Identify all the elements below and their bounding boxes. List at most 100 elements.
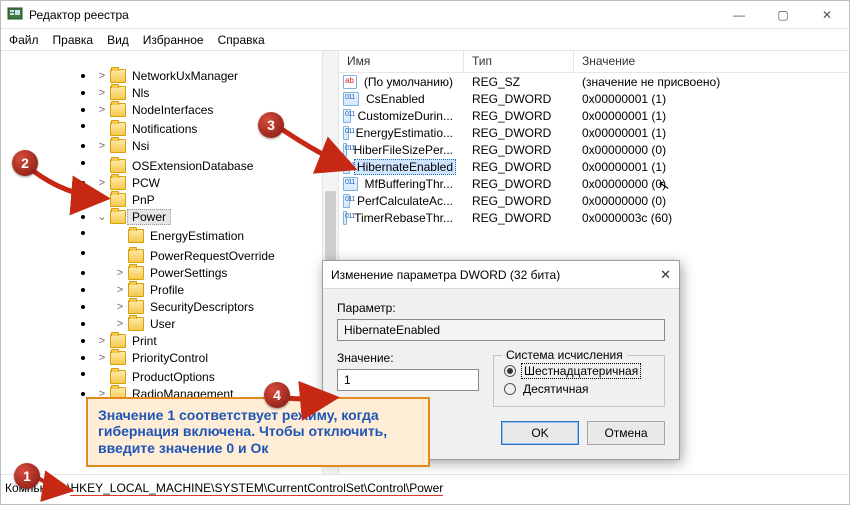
annotation-callout: Значение 1 соответствует режиму, когда г… xyxy=(86,397,430,467)
folder-icon xyxy=(128,283,144,297)
ok-button[interactable]: OK xyxy=(501,421,579,445)
chevron-right-icon[interactable]: > xyxy=(95,350,109,366)
value-type: REG_DWORD xyxy=(464,177,574,191)
chevron-right-icon[interactable]: > xyxy=(95,175,109,191)
value-row[interactable]: HiberFileSizePer...REG_DWORD0x00000000 (… xyxy=(339,141,849,158)
tree-item[interactable]: >PnP xyxy=(95,191,334,208)
folder-icon xyxy=(110,334,126,348)
chevron-right-icon[interactable]: > xyxy=(95,85,109,101)
dialog-title: Изменение параметра DWORD (32 бита) xyxy=(331,268,560,282)
tree-item-label: NetworkUxManager xyxy=(127,68,243,84)
folder-icon xyxy=(110,159,126,173)
value-type: REG_DWORD xyxy=(464,92,574,106)
dialog-close-button[interactable]: ✕ xyxy=(660,267,671,283)
badge-1: 1 xyxy=(14,463,40,489)
tree-item[interactable]: > PriorityControl xyxy=(95,349,334,366)
value-row[interactable]: HibernateEnabledREG_DWORD0x00000001 (1) xyxy=(339,158,849,175)
chevron-right-icon[interactable]: > xyxy=(113,316,127,332)
cancel-button[interactable]: Отмена xyxy=(587,421,665,445)
status-path: HKEY_LOCAL_MACHINE\SYSTEM\CurrentControl… xyxy=(70,481,443,496)
menu-favorites[interactable]: Избранное xyxy=(143,33,204,47)
tree-item-label: NodeInterfaces xyxy=(127,102,218,118)
reg-dword-icon xyxy=(343,177,358,191)
tree-item[interactable]: > Nls xyxy=(95,84,334,101)
tree-item[interactable]: > PowerSettings xyxy=(113,264,334,281)
tree-item[interactable]: PowerRequestOverride xyxy=(113,247,334,264)
value-type: REG_DWORD xyxy=(464,126,574,140)
value-input[interactable] xyxy=(337,369,479,391)
tree-item[interactable]: ProductOptions xyxy=(95,369,334,386)
menu-view[interactable]: Вид xyxy=(107,33,129,47)
chevron-right-icon[interactable]: > xyxy=(95,102,109,118)
value-type: REG_DWORD xyxy=(464,160,574,174)
value-row[interactable]: (По умолчанию)REG_SZ(значение не присвое… xyxy=(339,73,849,90)
menu-file[interactable]: Файл xyxy=(9,33,39,47)
radio-dec[interactable]: Десятичная xyxy=(504,380,654,398)
tree-item[interactable]: >Nsi xyxy=(95,138,334,155)
tree-item-label: Nls xyxy=(127,85,154,101)
value-list: (По умолчанию)REG_SZ(значение не присвое… xyxy=(339,73,849,226)
tree-item-label: Notifications xyxy=(127,121,202,137)
tree-item[interactable]: >Print xyxy=(95,332,334,349)
tree-item-label: PowerSettings xyxy=(145,265,232,281)
titlebar: Редактор реестра — ▢ ✕ xyxy=(1,1,849,29)
chevron-right-icon[interactable]: > xyxy=(95,138,109,154)
value-row[interactable]: EnergyEstimatio...REG_DWORD0x00000001 (1… xyxy=(339,124,849,141)
menu-help[interactable]: Справка xyxy=(218,33,265,47)
folder-icon xyxy=(110,139,126,153)
maximize-button[interactable]: ▢ xyxy=(761,1,805,28)
col-type[interactable]: Тип xyxy=(464,51,574,72)
tree-item[interactable]: OSExtensionDatabase xyxy=(95,157,334,174)
minimize-button[interactable]: — xyxy=(717,1,761,28)
tree-item-label: SecurityDescriptors xyxy=(145,299,259,315)
folder-icon xyxy=(110,86,126,100)
tree-item[interactable]: >PCW xyxy=(95,174,334,191)
value-row[interactable]: PerfCalculateAc...REG_DWORD0x00000000 (0… xyxy=(339,192,849,209)
folder-icon xyxy=(110,69,126,83)
tree-item-label: User xyxy=(145,316,180,332)
value-label: Значение: xyxy=(337,351,479,365)
value-row[interactable]: MfBufferingThr...REG_DWORD0x00000000 (0) xyxy=(339,175,849,192)
radio-hex[interactable]: Шестнадцатеричная xyxy=(504,362,654,380)
chevron-right-icon[interactable]: > xyxy=(95,68,109,84)
tree-item[interactable]: > NodeInterfaces xyxy=(95,101,334,118)
tree-item[interactable]: > NetworkUxManager xyxy=(95,67,334,84)
chevron-down-icon[interactable]: ⌄ xyxy=(95,209,109,225)
value-name: HiberFileSizePer... xyxy=(351,142,456,158)
value-row[interactable]: CustomizeDurin... REG_DWORD0x00000001 (1) xyxy=(339,107,849,124)
value-data: 0x00000001 (1) xyxy=(574,126,824,140)
close-button[interactable]: ✕ xyxy=(805,1,849,28)
badge-3: 3 xyxy=(258,112,284,138)
value-type: REG_DWORD xyxy=(464,109,574,123)
menu-edit[interactable]: Правка xyxy=(53,33,94,47)
value-name: HibernateEnabled xyxy=(354,159,456,175)
tree-item-label: OSExtensionDatabase xyxy=(127,158,258,174)
value-row[interactable]: CsEnabledREG_DWORD0x00000001 (1) xyxy=(339,90,849,107)
value-data: 0x00000001 (1) xyxy=(574,109,824,123)
tree-item[interactable]: EnergyEstimation xyxy=(113,228,334,245)
col-value[interactable]: Значение xyxy=(574,51,824,72)
tree-item-label: EnergyEstimation xyxy=(145,228,249,244)
chevron-right-icon[interactable]: > xyxy=(95,192,109,208)
folder-icon xyxy=(128,249,144,263)
value-row[interactable]: TimerRebaseThr...REG_DWORD0x0000003c (60… xyxy=(339,209,849,226)
base-legend: Система исчисления xyxy=(502,348,627,362)
radio-icon xyxy=(504,365,516,377)
chevron-right-icon[interactable]: > xyxy=(113,282,127,298)
tree-item[interactable]: >Profile xyxy=(113,281,334,298)
folder-icon xyxy=(110,370,126,384)
param-input[interactable] xyxy=(337,319,665,341)
tree-item[interactable]: ⌄ Power xyxy=(95,208,334,225)
tree-item-label: PriorityControl xyxy=(127,350,213,366)
tree-item[interactable]: > User xyxy=(113,315,334,332)
chevron-right-icon[interactable]: > xyxy=(95,333,109,349)
chevron-right-icon[interactable]: > xyxy=(113,299,127,315)
col-name[interactable]: Имя xyxy=(339,51,464,72)
chevron-right-icon[interactable]: > xyxy=(113,265,127,281)
tree-item-label: Power xyxy=(127,209,171,225)
tree-item[interactable]: > SecurityDescriptors xyxy=(113,298,334,315)
value-name: CsEnabled xyxy=(363,91,428,107)
value-name: CustomizeDurin... xyxy=(355,108,456,124)
param-label: Параметр: xyxy=(337,301,665,315)
tree-item[interactable]: Notifications xyxy=(95,121,334,138)
